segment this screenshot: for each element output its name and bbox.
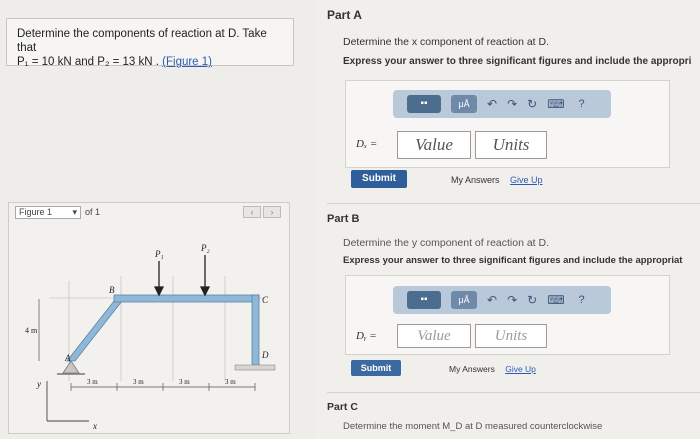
member-cd — [251, 294, 260, 366]
figure-link[interactable]: (Figure 1) — [162, 56, 212, 68]
part-b-links: My Answers Give Up — [449, 364, 536, 374]
label-p2: P₂ — [200, 243, 210, 253]
chevron-down-icon: ▾ — [72, 206, 77, 217]
part-c-prompt: Determine the moment M_D at D measured c… — [343, 421, 603, 432]
part-b-submit-button[interactable]: Submit — [351, 360, 401, 376]
load-p1-head — [153, 286, 165, 297]
frame-diagram: P₁ P₂ A B C D 4 m 3 m 3 m 3 m 3 m y x — [25, 243, 276, 431]
part-a-units-input[interactable]: Units — [475, 131, 547, 159]
load-p2-head — [199, 286, 211, 297]
redo-icon[interactable]: ↷ — [507, 97, 517, 111]
part-b-equation-toolbar: ▪▪ μÅ ↶ ↷ ↻ ⌨ ? — [393, 286, 611, 314]
label-c: C — [262, 295, 269, 305]
keyboard-icon[interactable]: ⌨ — [547, 293, 564, 307]
label-y: y — [36, 379, 41, 389]
figure-nav: ‹ › — [243, 206, 281, 218]
fixed-support-d — [234, 364, 276, 371]
figure-panel: Figure 1 ▾ of 1 ‹ › P₁ P₂ A B C D 4 m 3 … — [8, 202, 290, 434]
label-x: x — [92, 421, 97, 431]
problem-statement: Determine the components of reaction at … — [6, 18, 294, 69]
keyboard-icon[interactable]: ⌨ — [547, 97, 564, 111]
part-a-equation-toolbar: ▪▪ μÅ ↶ ↷ ↻ ⌨ ? — [393, 90, 611, 118]
part-b-prompt: Determine the y component of reaction at… — [343, 237, 550, 249]
label-d: D — [261, 350, 269, 360]
label-height: 4 m — [25, 326, 38, 335]
part-a-give-up-link[interactable]: Give Up — [510, 175, 543, 185]
divider-a-b — [327, 203, 700, 204]
label-p1: P₁ — [154, 249, 164, 259]
undo-icon[interactable]: ↶ — [487, 293, 497, 307]
problem-line-1: Determine the components of reaction at … — [17, 28, 267, 54]
next-figure-button[interactable]: › — [263, 206, 281, 218]
part-b-units-input[interactable]: Units — [475, 324, 547, 348]
template-icon[interactable]: ▪▪ — [407, 291, 441, 309]
figure-count: of 1 — [85, 207, 101, 217]
part-b-my-answers-link[interactable]: My Answers — [449, 364, 495, 374]
label-dim-3: 3 m — [179, 378, 190, 386]
part-a-var-label: Dₓ = — [356, 138, 378, 150]
left-column: Determine the components of reaction at … — [0, 0, 315, 439]
part-b-var-label: Dᵧ = — [356, 330, 377, 342]
part-a-my-answers-link[interactable]: My Answers — [451, 175, 500, 185]
part-b-give-up-link[interactable]: Give Up — [505, 364, 536, 374]
part-b-value-input[interactable]: Value — [397, 324, 471, 348]
figure-toolbar: Figure 1 ▾ of 1 ‹ › — [9, 203, 289, 221]
divider-b-c — [327, 392, 700, 393]
part-c-title: Part C — [327, 401, 358, 413]
part-a-links: My Answers Give Up — [451, 175, 543, 185]
part-a-submit-button[interactable]: Submit — [351, 170, 407, 188]
redo-icon[interactable]: ↷ — [507, 293, 517, 307]
undo-icon[interactable]: ↶ — [487, 97, 497, 111]
right-column: Part A Determine the x component of reac… — [315, 0, 700, 439]
problem-line-2: P₁ = 10 kN and P₂ = 13 kN . (Figure 1) — [17, 55, 283, 69]
member-bc — [113, 294, 260, 303]
units-button[interactable]: μÅ — [451, 95, 477, 113]
part-a-instruction: Express your answer to three significant… — [343, 56, 692, 67]
help-icon[interactable]: ? — [579, 98, 585, 110]
help-icon[interactable]: ? — [579, 294, 585, 306]
problem-values: P₁ = 10 kN and P₂ = 13 kN . — [17, 56, 159, 68]
part-a-value-input[interactable]: Value — [397, 131, 471, 159]
template-icon[interactable]: ▪▪ — [407, 95, 441, 113]
part-a-prompt: Determine the x component of reaction at… — [343, 36, 550, 48]
part-b-title: Part B — [327, 213, 360, 225]
label-dim-4: 3 m — [225, 378, 236, 386]
units-button[interactable]: μÅ — [451, 291, 477, 309]
part-a-title: Part A — [327, 8, 362, 22]
member-ab — [66, 300, 123, 362]
part-b-instruction: Express your answer to three significant… — [343, 255, 683, 266]
prev-figure-button[interactable]: ‹ — [243, 206, 261, 218]
label-dim-2: 3 m — [133, 378, 144, 386]
label-dim-1: 3 m — [87, 378, 98, 386]
reset-icon[interactable]: ↻ — [527, 97, 537, 111]
label-a: A — [64, 353, 71, 363]
figure-select[interactable]: Figure 1 ▾ — [15, 205, 81, 219]
reset-icon[interactable]: ↻ — [527, 293, 537, 307]
label-b: B — [109, 285, 115, 295]
figure-select-value: Figure 1 — [19, 206, 53, 217]
